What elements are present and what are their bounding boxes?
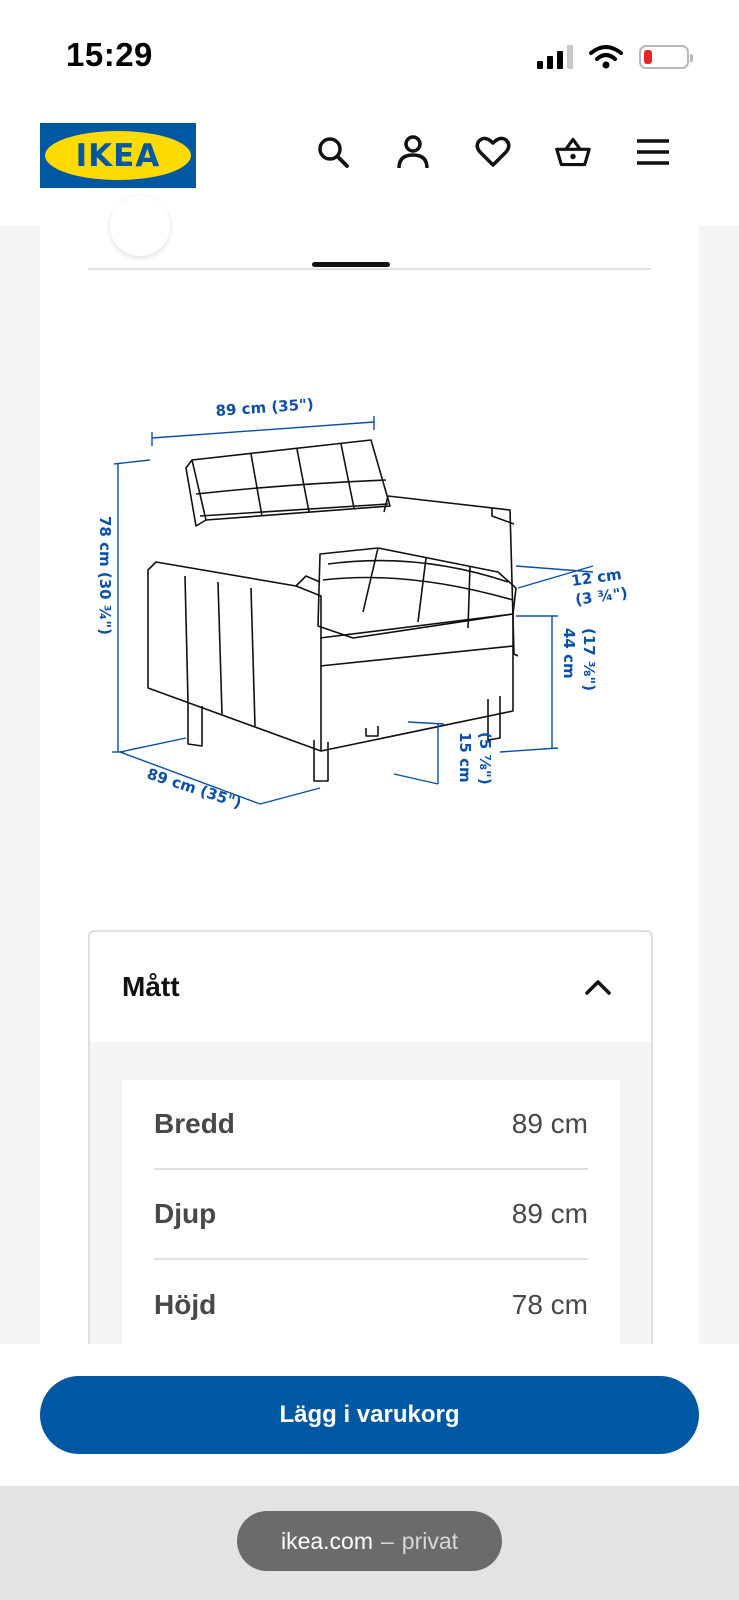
dimension-value: 89 cm xyxy=(511,1198,588,1229)
dimension-value: 89 cm xyxy=(511,1108,588,1139)
dimensions-accordion-header[interactable]: Mått xyxy=(90,932,651,1042)
url-separator: – xyxy=(381,1527,394,1554)
product-media-card: 89 cm (35") 78 cm (30 ¾") 89 cm (35") 12… xyxy=(40,196,699,1350)
dimensions-accordion: Mått Bredd 89 cm Djup 89 cm Höjd 78 cm xyxy=(88,930,653,1350)
site-header: IKEA xyxy=(0,110,739,226)
heart-icon[interactable] xyxy=(475,134,511,170)
dimension-row-depth: Djup 89 cm xyxy=(154,1170,588,1260)
dimensions-accordion-body: Bredd 89 cm Djup 89 cm Höjd 78 cm xyxy=(90,1042,651,1348)
ikea-logo[interactable]: IKEA xyxy=(40,123,196,188)
logo-text: IKEA xyxy=(75,137,161,174)
basket-icon[interactable] xyxy=(555,134,591,170)
battery-low-icon xyxy=(639,45,693,69)
status-icons xyxy=(537,44,693,70)
private-mode-label: privat xyxy=(401,1527,459,1554)
left-armrest xyxy=(147,561,322,752)
dimension-row-height: Höjd 78 cm xyxy=(154,1260,588,1348)
header-icons xyxy=(315,134,671,170)
seat-height-label-b: (17 ⅜") xyxy=(580,628,598,691)
leg-height-label-b: (5 ⅞") xyxy=(476,732,494,785)
dimensions-title: Mått xyxy=(122,971,180,1002)
backrest-shape xyxy=(191,439,391,521)
menu-icon[interactable] xyxy=(635,134,671,170)
add-to-cart-button[interactable]: Lägg i varukorg xyxy=(40,1376,699,1454)
search-icon[interactable] xyxy=(315,134,351,170)
add-to-cart-bar: Lägg i varukorg xyxy=(0,1344,739,1486)
leg-height-label-a: 15 cm xyxy=(456,732,474,783)
dimension-label: Höjd xyxy=(154,1289,217,1320)
depth-dimension-label: 89 cm (35") xyxy=(145,765,244,812)
url-pill[interactable]: ikea.com – privat xyxy=(237,1511,502,1571)
wifi-icon xyxy=(589,45,623,69)
seat-height-label-a: 44 cm xyxy=(560,628,578,679)
width-dimension-label: 89 cm (35") xyxy=(215,395,314,420)
dimension-row-width: Bredd 89 cm xyxy=(154,1080,588,1170)
chevron-up-icon[interactable] xyxy=(585,979,611,995)
signal-icon xyxy=(537,45,573,69)
url-domain: ikea.com xyxy=(280,1527,373,1554)
dimension-label: Djup xyxy=(154,1198,217,1229)
media-scroll-indicator[interactable] xyxy=(312,262,390,267)
status-time: 15:29 xyxy=(66,36,153,73)
browser-bar: ikea.com – privat xyxy=(0,1486,739,1600)
dimension-value: 78 cm xyxy=(511,1289,588,1320)
user-icon[interactable] xyxy=(395,134,431,170)
media-scroll-track xyxy=(88,268,651,270)
height-dimension-label: 78 cm (30 ¾") xyxy=(96,516,114,635)
status-bar: 15:29 xyxy=(0,0,739,110)
dimension-label: Bredd xyxy=(154,1108,235,1139)
slider-prev-button[interactable] xyxy=(110,196,170,256)
dimensions-table: Bredd 89 cm Djup 89 cm Höjd 78 cm xyxy=(122,1080,620,1348)
